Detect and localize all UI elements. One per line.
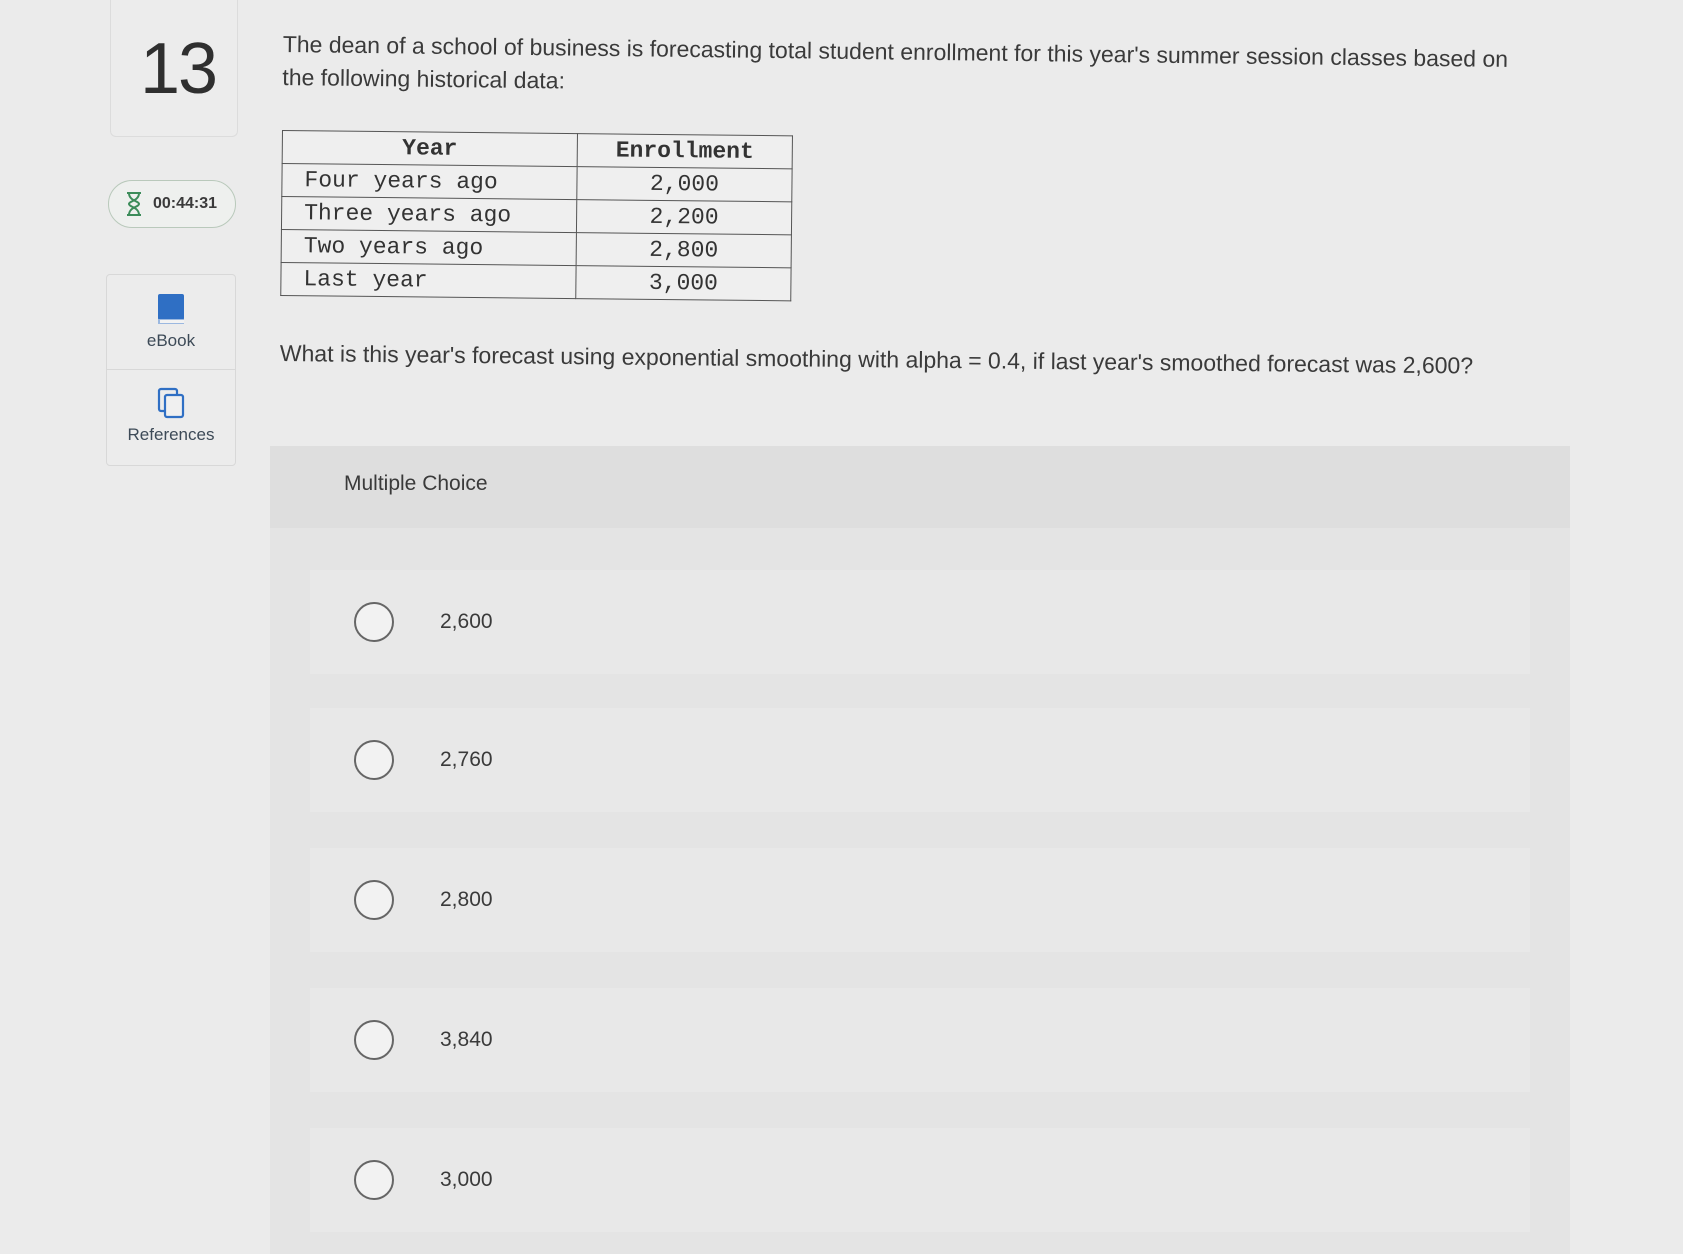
radio-button[interactable] [354,602,394,642]
question-number: 13 [140,29,218,109]
timer-text: 00:44:31 [153,195,218,212]
table-cell-enrollment: 3,000 [575,265,792,301]
timer[interactable]: 00:44:31 [108,180,236,228]
table-row: Last year 3,000 [280,262,792,301]
multiple-choice-panel: Multiple Choice 2,600 2,760 2,800 3,840 … [270,446,1570,1254]
table-cell-enrollment: 2,800 [576,232,792,268]
answer-option[interactable]: 3,000 [310,1128,1530,1232]
ebook-label: eBook [146,331,196,350]
question-prompt: The dean of a school of business is fore… [282,30,1509,94]
multiple-choice-header: Multiple Choice [270,446,1570,528]
book-icon [158,294,184,324]
column-header-enrollment: Enrollment [577,133,793,169]
radio-button[interactable] [354,740,394,780]
page: 13 00:44:31 eBook References The dean of… [0,0,1683,1254]
references-icon [157,387,185,419]
answer-option-label: 2,600 [440,610,493,633]
table-cell-enrollment: 2,200 [576,199,792,235]
answer-option-label: 3,000 [440,1168,493,1191]
answer-option[interactable]: 2,800 [310,848,1530,952]
radio-button[interactable] [354,1020,394,1060]
table-row: Three years ago 2,200 [281,196,792,235]
hourglass-icon [127,192,141,216]
tools-divider [107,369,235,370]
answer-option-label: 2,800 [440,888,493,911]
radio-button[interactable] [354,880,394,920]
question-text: What is this year's forecast using expon… [279,340,1474,379]
historical-data-table: Year Enrollment Four years ago 2,000 Thr… [280,130,793,302]
radio-button[interactable] [354,1160,394,1200]
multiple-choice-title: Multiple Choice [344,472,488,495]
table-cell-year: Three years ago [281,196,577,233]
table-cell-year: Two years ago [281,229,577,266]
column-header-year: Year [282,130,578,167]
answer-option[interactable]: 2,760 [310,708,1530,812]
answer-option[interactable]: 3,840 [310,988,1530,1092]
tools-panel: eBook References [106,274,236,466]
references-label: References [127,425,215,444]
answer-option[interactable]: 2,600 [310,570,1530,674]
answer-option-label: 3,840 [440,1028,493,1051]
ebook-button[interactable]: eBook [107,293,235,351]
references-button[interactable]: References [107,387,235,445]
table-cell-year: Last year [280,262,577,299]
table-cell-enrollment: 2,000 [576,166,793,202]
table-row: Two years ago 2,800 [281,229,792,268]
table-row: Four years ago 2,000 [281,163,793,202]
table-cell-year: Four years ago [281,163,578,200]
table-header-row: Year Enrollment [282,130,793,169]
answer-option-label: 2,760 [440,748,493,771]
